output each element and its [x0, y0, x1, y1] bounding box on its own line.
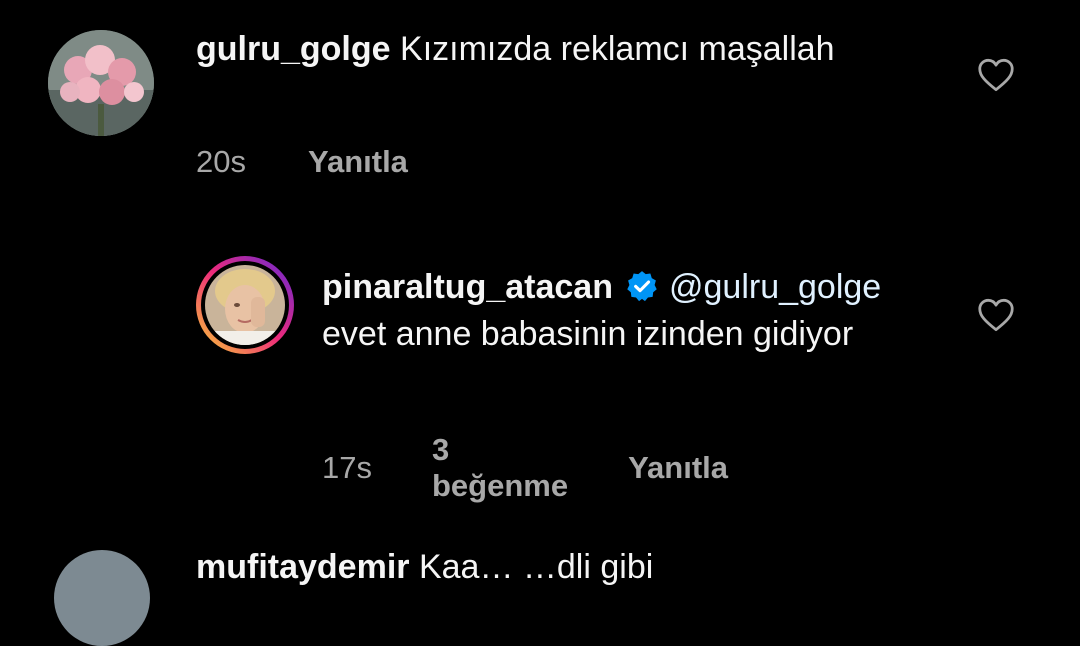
- comment-timestamp: 20s: [196, 144, 246, 179]
- comment-timestamp: 17s: [322, 450, 372, 485]
- mention-link[interactable]: @gulru_golge: [669, 268, 881, 306]
- comment-username[interactable]: mufitaydemir: [196, 548, 410, 586]
- reply-button[interactable]: Yanıtla: [628, 450, 728, 486]
- comment-username[interactable]: gulru_golge: [196, 30, 391, 68]
- comment-username[interactable]: pinaraltug_atacan: [322, 268, 613, 306]
- flower-bouquet-avatar: [48, 30, 154, 136]
- avatar-story-ring[interactable]: [196, 256, 294, 354]
- comment-text: Kızımızda reklamcı maşallah: [400, 30, 835, 68]
- comment-text: Kaa… …dli gibi: [418, 548, 654, 586]
- likes-count-button[interactable]: 3 beğenme: [432, 432, 568, 504]
- heart-outline-icon[interactable]: [977, 298, 1015, 332]
- profile-photo-avatar: [205, 265, 285, 345]
- avatar[interactable]: [54, 550, 150, 646]
- verified-badge-icon: [627, 271, 657, 302]
- avatar[interactable]: [48, 30, 154, 136]
- reply-button[interactable]: Yanıtla: [308, 144, 408, 180]
- comment-text: evet anne babasinin izinden gidiyor: [322, 315, 854, 353]
- heart-outline-icon[interactable]: [977, 58, 1015, 92]
